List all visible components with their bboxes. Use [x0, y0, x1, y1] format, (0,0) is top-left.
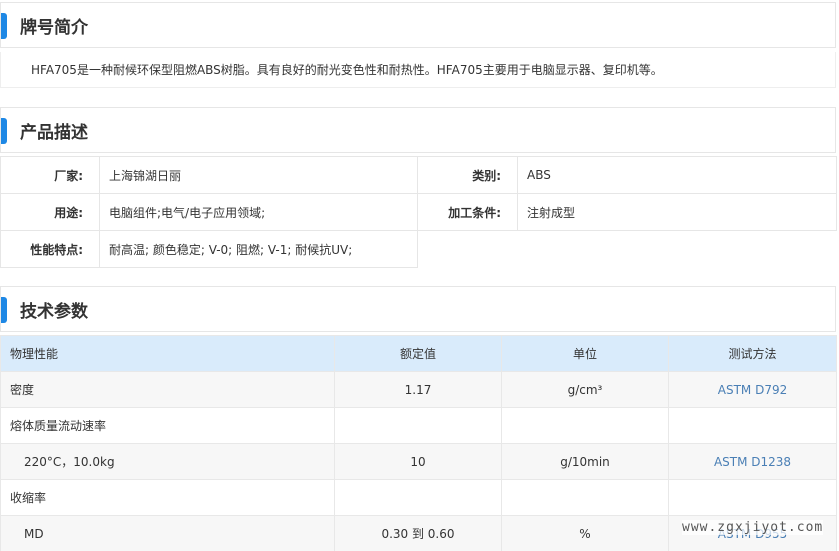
desc-key: 加工条件:	[417, 193, 518, 231]
unit-cell: g/cm³	[501, 371, 669, 408]
product-desc-header: 产品描述	[0, 107, 836, 153]
column-header: 单位	[501, 335, 669, 372]
test-method-link	[668, 479, 837, 516]
section-title: 技术参数	[20, 301, 88, 322]
table-header-row: 物理性能 额定值 单位 测试方法	[0, 335, 837, 372]
table-row: 220°C，10.0kg 10 g/10min ASTM D1238	[0, 443, 837, 480]
value-cell	[334, 407, 502, 444]
table-row: 密度 1.17 g/cm³ ASTM D792	[0, 371, 837, 408]
table-row: 收缩率	[0, 479, 837, 516]
property-cell: 密度	[0, 371, 335, 408]
desc-value: 耐高温; 颜色稳定; V-0; 阻燃; V-1; 耐候抗UV;	[99, 230, 418, 268]
column-header: 物理性能	[0, 335, 335, 372]
column-header: 测试方法	[668, 335, 837, 372]
value-cell: 1.17	[334, 371, 502, 408]
desc-key: 厂家:	[0, 156, 100, 194]
property-cell: 220°C，10.0kg	[0, 443, 335, 480]
desc-value: 电脑组件;电气/电子应用领域;	[99, 193, 418, 231]
desc-key: 性能特点:	[0, 230, 100, 268]
column-header: 额定值	[334, 335, 502, 372]
section-accent-bar	[1, 297, 7, 323]
desc-value	[518, 231, 837, 268]
section-accent-bar	[1, 13, 7, 39]
property-cell: 收缩率	[0, 479, 335, 516]
unit-cell: g/10min	[501, 443, 669, 480]
test-method-link[interactable]: ASTM D792	[668, 371, 837, 408]
table-row: 用途: 电脑组件;电气/电子应用领域; 加工条件: 注射成型	[0, 193, 837, 231]
desc-value: ABS	[517, 156, 837, 194]
value-cell: 0.30 到 0.60	[334, 515, 502, 551]
desc-key	[418, 231, 518, 268]
property-cell: MD	[0, 515, 335, 551]
brand-intro-text: HFA705是一种耐候环保型阻燃ABS树脂。具有良好的耐光变色性和耐热性。HFA…	[0, 52, 836, 88]
unit-cell	[501, 407, 669, 444]
section-accent-bar	[1, 118, 7, 144]
watermark-text: www.zgxjiyot.com	[682, 520, 824, 535]
desc-value: 注射成型	[517, 193, 837, 231]
brand-intro-header: 牌号简介	[0, 2, 836, 48]
property-cell: 熔体质量流动速率	[0, 407, 335, 444]
value-cell	[334, 479, 502, 516]
tech-params-header: 技术参数	[0, 286, 836, 332]
unit-cell: %	[501, 515, 669, 551]
test-method-link[interactable]: ASTM D1238	[668, 443, 837, 480]
table-row: 性能特点: 耐高温; 颜色稳定; V-0; 阻燃; V-1; 耐候抗UV;	[0, 230, 837, 268]
desc-key: 类别:	[417, 156, 518, 194]
table-row: 熔体质量流动速率	[0, 407, 837, 444]
section-title: 牌号简介	[20, 17, 88, 38]
desc-value: 上海锦湖日丽	[99, 156, 418, 194]
value-cell: 10	[334, 443, 502, 480]
section-title: 产品描述	[20, 122, 88, 143]
product-desc-table: 厂家: 上海锦湖日丽 类别: ABS 用途: 电脑组件;电气/电子应用领域; 加…	[0, 156, 837, 268]
tech-params-table: 物理性能 额定值 单位 测试方法 密度 1.17 g/cm³ ASTM D792…	[0, 335, 837, 551]
desc-key: 用途:	[0, 193, 100, 231]
test-method-link	[668, 407, 837, 444]
table-row: 厂家: 上海锦湖日丽 类别: ABS	[0, 156, 837, 194]
unit-cell	[501, 479, 669, 516]
